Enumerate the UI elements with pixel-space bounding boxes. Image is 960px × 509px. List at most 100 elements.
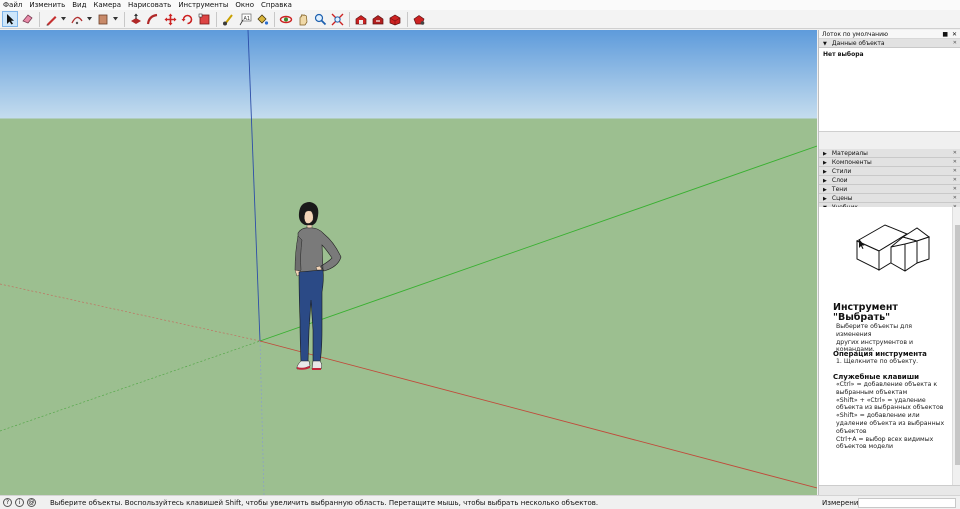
extension-warehouse-button[interactable] bbox=[387, 11, 403, 27]
tool-operation-heading: Операция инструмента bbox=[833, 350, 927, 358]
panel-close-icon[interactable]: ✕ bbox=[953, 167, 957, 176]
scale-tool-button[interactable] bbox=[196, 11, 212, 27]
menu-edit[interactable]: Изменить bbox=[29, 0, 65, 10]
geolocation-icon[interactable]: i bbox=[15, 498, 24, 507]
panel-shadows-label: Тени bbox=[831, 186, 848, 193]
arc-dropdown[interactable] bbox=[86, 11, 92, 27]
blue-axis-negative bbox=[259, 340, 265, 495]
scale-icon bbox=[198, 13, 209, 24]
panel-close-icon[interactable]: ✕ bbox=[953, 185, 957, 194]
panel-close-icon[interactable]: ✕ bbox=[953, 39, 957, 48]
modifier-key-line: «Shift» = добавление или bbox=[836, 412, 920, 420]
modeling-viewport[interactable] bbox=[0, 30, 817, 495]
paint-bucket-icon bbox=[257, 13, 269, 25]
toolbar-separator bbox=[274, 11, 275, 27]
help-icon[interactable]: ? bbox=[3, 498, 12, 507]
zoom-tool-button[interactable] bbox=[312, 11, 328, 27]
rotate-tool-button[interactable] bbox=[179, 11, 195, 27]
extension-manager-button[interactable] bbox=[411, 11, 427, 27]
pin-icon[interactable]: ■ bbox=[942, 30, 948, 39]
panel-shadows[interactable]: ▶ Тени ✕ bbox=[819, 185, 960, 194]
zoom-extents-tool-button[interactable] bbox=[329, 11, 345, 27]
menu-window[interactable]: Окно bbox=[235, 0, 254, 10]
entity-info-body: Нет выбора bbox=[819, 48, 960, 132]
move-tool-button[interactable] bbox=[162, 11, 178, 27]
modifier-key-line: объектов bbox=[836, 427, 867, 435]
panel-close-icon[interactable]: ✕ bbox=[953, 194, 957, 203]
panel-components[interactable]: ▶ Компоненты ✕ bbox=[819, 158, 960, 167]
modifier-keys-heading: Служебные клавиши bbox=[833, 373, 920, 381]
share-model-button[interactable] bbox=[370, 11, 386, 27]
select-tool-button[interactable] bbox=[2, 11, 18, 27]
menu-draw[interactable]: Нарисовать bbox=[128, 0, 171, 10]
chevron-down-icon bbox=[60, 17, 66, 21]
close-icon[interactable]: ✕ bbox=[952, 30, 957, 39]
instructor-title-line-2: "Выбрать" bbox=[833, 312, 891, 323]
follow-me-tool-button[interactable] bbox=[145, 11, 161, 27]
warehouse-button[interactable] bbox=[353, 11, 369, 27]
green-axis-negative bbox=[0, 340, 261, 432]
toolbar-separator bbox=[39, 11, 40, 27]
toolbar-separator bbox=[407, 11, 408, 27]
rectangle-icon bbox=[98, 14, 108, 25]
menu-view[interactable]: Вид bbox=[72, 0, 86, 10]
pencil-tool-button[interactable] bbox=[43, 11, 59, 27]
blue-axis-positive bbox=[247, 30, 261, 342]
measurements-input[interactable] bbox=[858, 498, 956, 508]
panel-entity-info-label: Данные объекта bbox=[831, 40, 885, 47]
svg-text:A1: A1 bbox=[243, 16, 250, 22]
panel-scenes[interactable]: ▶ Сцены ✕ bbox=[819, 194, 960, 203]
rectangle-dropdown[interactable] bbox=[112, 11, 118, 27]
red-axis-positive bbox=[259, 340, 817, 489]
panel-close-icon[interactable]: ✕ bbox=[953, 158, 957, 167]
status-bar: ? i @ Выберите объекты. Воспользуйтесь к… bbox=[0, 495, 960, 509]
panel-close-icon[interactable]: ✕ bbox=[953, 176, 957, 185]
menu-file[interactable]: Файл bbox=[3, 0, 22, 10]
menu-help[interactable]: Справка bbox=[261, 0, 292, 10]
panel-materials-label: Материалы bbox=[831, 150, 868, 157]
modifier-keys-list: «Ctrl» = добавление объекта к выбранным … bbox=[836, 381, 948, 451]
modifier-key-line: объектов модели bbox=[836, 443, 894, 451]
pan-tool-button[interactable] bbox=[295, 11, 311, 27]
move-icon bbox=[164, 13, 176, 25]
panel-entity-info[interactable]: ▼ Данные объекта ✕ bbox=[819, 39, 960, 48]
scrollbar-thumb[interactable] bbox=[955, 225, 960, 465]
pencil-dropdown[interactable] bbox=[60, 11, 66, 27]
measurements-label: Измерения bbox=[822, 499, 863, 507]
panel-components-label: Компоненты bbox=[831, 159, 872, 166]
menu-tools[interactable]: Инструменты bbox=[178, 0, 228, 10]
text-tool-button[interactable]: A1 bbox=[237, 11, 253, 27]
arc-tool-button[interactable] bbox=[69, 11, 85, 27]
push-pull-tool-button[interactable] bbox=[128, 11, 144, 27]
orbit-icon bbox=[279, 15, 293, 23]
pencil-icon bbox=[46, 15, 56, 25]
tape-measure-tool-button[interactable] bbox=[220, 11, 236, 27]
panel-materials[interactable]: ▶ Материалы ✕ bbox=[819, 149, 960, 158]
user-icon[interactable]: @ bbox=[27, 498, 36, 507]
toolbar-separator bbox=[216, 11, 217, 27]
paint-bucket-tool-button[interactable] bbox=[254, 11, 270, 27]
description-line: Выберите объекты для изменения bbox=[836, 323, 913, 338]
select-tool-illustration bbox=[855, 224, 931, 272]
rectangle-tool-button[interactable] bbox=[95, 11, 111, 27]
arc-icon bbox=[71, 16, 83, 24]
panel-layers[interactable]: ▶ Слои ✕ bbox=[819, 176, 960, 185]
chevron-down-icon bbox=[86, 17, 92, 21]
status-hint: Выберите объекты. Воспользуйтесь клавише… bbox=[50, 498, 599, 507]
follow-me-icon bbox=[146, 13, 158, 24]
viewport-canvas bbox=[0, 30, 817, 495]
tray-title: Лоток по умолчанию bbox=[822, 31, 889, 38]
zoom-extents-icon bbox=[331, 13, 343, 25]
toolbar-separator bbox=[124, 11, 125, 27]
panel-close-icon[interactable]: ✕ bbox=[953, 149, 957, 158]
panel-styles[interactable]: ▶ Стили ✕ bbox=[819, 167, 960, 176]
menu-camera[interactable]: Камера bbox=[93, 0, 121, 10]
eraser-icon bbox=[21, 14, 33, 24]
instructor-scrollbar[interactable] bbox=[952, 207, 960, 485]
modifier-key-line: «Ctrl» = добавление объекта к bbox=[836, 381, 938, 388]
share-model-icon bbox=[372, 14, 384, 24]
extension-warehouse-icon bbox=[389, 14, 401, 25]
eraser-tool-button[interactable] bbox=[19, 11, 35, 27]
person-figure[interactable] bbox=[294, 202, 342, 370]
orbit-tool-button[interactable] bbox=[278, 11, 294, 27]
